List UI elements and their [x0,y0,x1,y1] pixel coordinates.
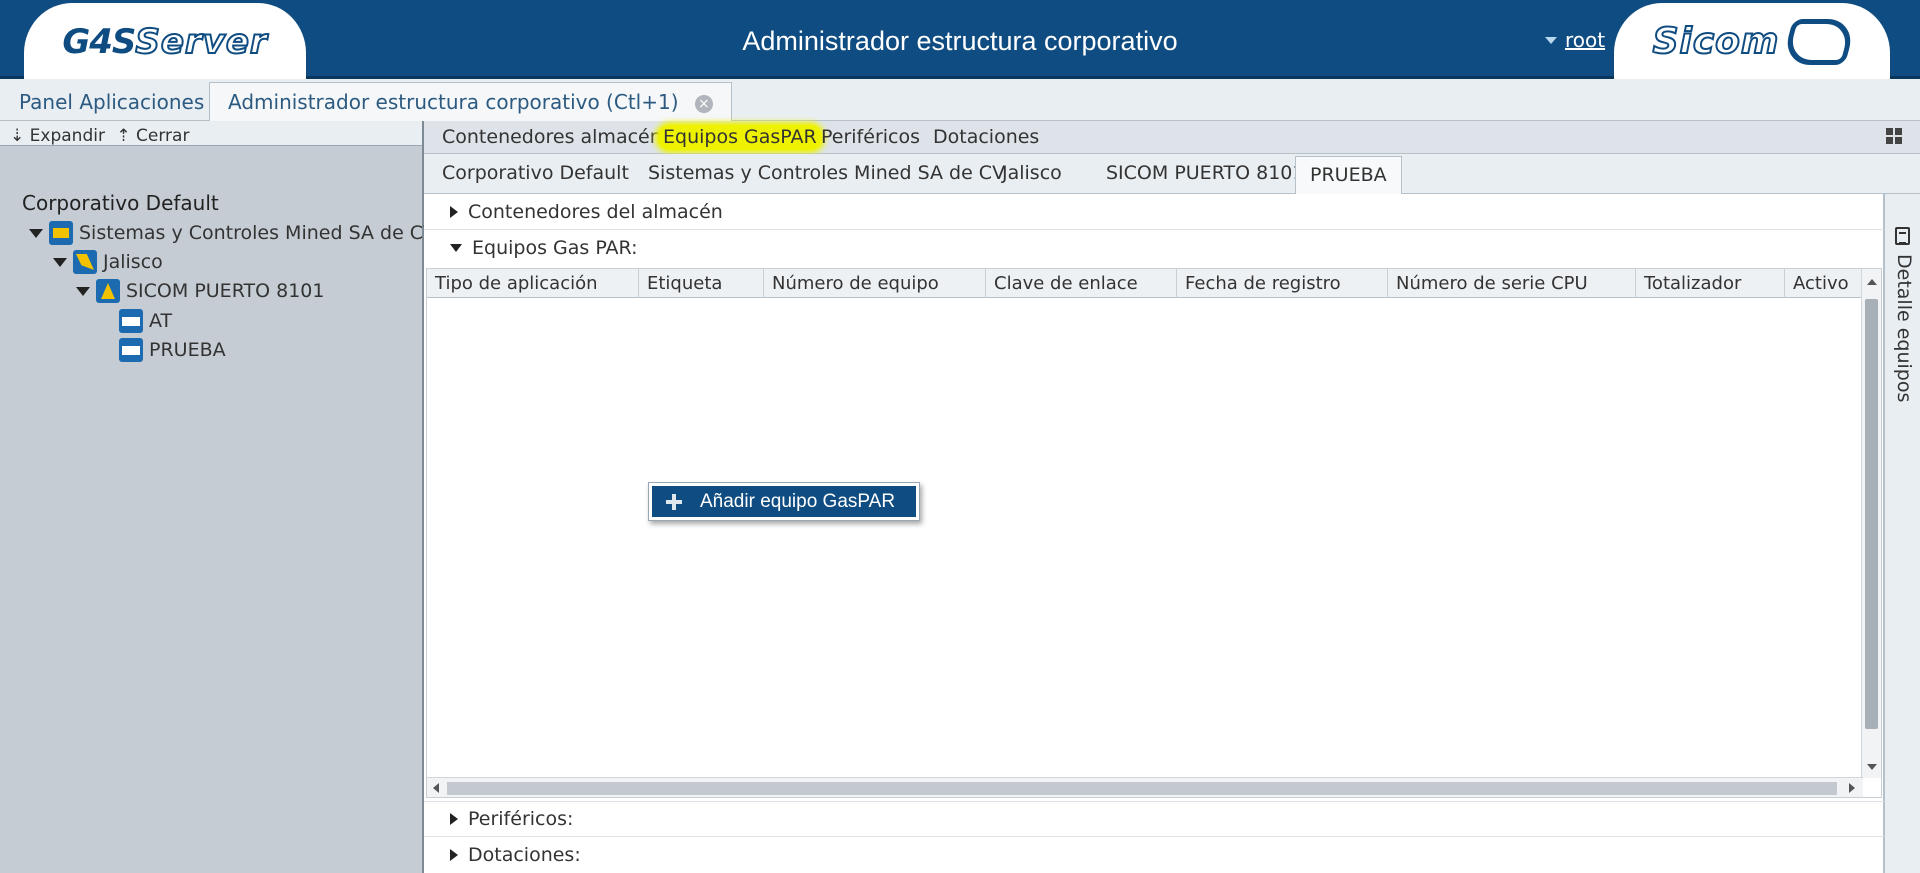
company-icon [49,221,73,245]
menu-item-perifericos[interactable]: Periféricos [816,125,925,150]
tab-label: Administrador estructura corporativo (Ct… [228,90,679,114]
section-title: Dotaciones: [468,844,581,866]
tab-label: Panel Aplicaciones [19,90,205,114]
column-header[interactable]: Clave de enlace [986,269,1177,298]
breadcrumb-empresa[interactable]: Sistemas y Controles Mined SA de CV [634,154,1019,194]
tree-node-device-prueba[interactable]: PRUEBA [119,338,226,362]
breadcrumb-corporativo[interactable]: Corporativo Default [428,154,643,194]
expand-arrow-icon[interactable] [450,813,458,825]
section-title: Periféricos: [468,808,574,830]
tree-node-label: PRUEBA [149,339,226,361]
collapse-label: Cerrar [136,126,190,146]
scroll-right-icon[interactable] [1849,783,1855,793]
expand-toggle-icon[interactable] [76,286,90,296]
scroll-up-icon[interactable] [1867,279,1877,285]
tab-panel-aplicaciones[interactable]: Panel Aplicaciones [0,82,223,121]
column-header[interactable]: Número de serie CPU [1388,269,1636,298]
tree-node-region[interactable]: Jalisco [53,250,163,274]
collapse-arrow-icon[interactable] [450,244,462,252]
context-menu: Añadir equipo GasPAR [648,482,920,521]
logo-right-text: Sicom [1652,20,1780,63]
column-header[interactable]: Tipo de aplicación [427,269,639,298]
breadcrumb-estacion[interactable]: SICOM PUERTO 8101 [1092,154,1318,194]
detalle-equipos-tab[interactable]: Detalle equipos [1884,194,1920,873]
table-header: Tipo de aplicación Etiqueta Número de eq… [427,269,1863,298]
column-header[interactable]: Número de equipo [764,269,986,298]
expand-toggle-icon[interactable] [29,228,43,238]
device-icon [119,338,143,362]
section-contenedores[interactable]: Contenedores del almacén [424,194,1884,230]
document-icon [1895,227,1910,245]
expand-toggle-icon[interactable] [53,257,67,267]
scroll-left-icon[interactable] [433,783,439,793]
section-title: Contenedores del almacén [468,200,723,223]
tree-node-label: SICOM PUERTO 8101 [126,280,325,302]
section-menu: Contenedores almacén Equipos GasPAR Peri… [424,121,1920,154]
menu-item-dotaciones[interactable]: Dotaciones [928,125,1044,150]
column-header[interactable]: Fecha de registro [1177,269,1388,298]
close-icon[interactable]: × [694,94,713,113]
tree-node-company[interactable]: Sistemas y Controles Mined SA de CV [29,221,436,245]
side-tab-label: Detalle equipos [1893,254,1915,403]
context-menu-label: Añadir equipo GasPAR [700,490,896,512]
plus-icon [666,493,682,510]
tree-node-station[interactable]: SICOM PUERTO 8101 [76,279,324,303]
equipos-table: Tipo de aplicación Etiqueta Número de eq… [426,268,1882,798]
menu-item-contenedores[interactable]: Contenedores almacén [437,125,667,150]
section-content: Contenedores del almacén Equipos Gas PAR… [424,194,1884,873]
collapse-button[interactable]: ⇡ Cerrar [116,126,190,146]
tree-node-label: Corporativo Default [22,191,219,215]
scroll-thumb[interactable] [447,782,1837,795]
user-link[interactable]: root [1565,28,1605,52]
section-title: Equipos Gas PAR: [472,237,638,259]
device-icon [119,309,143,333]
section-perifericos[interactable]: Periféricos: [424,801,1884,837]
scroll-down-icon[interactable] [1867,764,1877,770]
chevron-down-icon [1545,36,1557,44]
tree-node-root[interactable]: Corporativo Default [22,191,219,215]
sicom-logo: Sicom [1614,3,1890,80]
tree-node-label: Sistemas y Controles Mined SA de CV [79,222,437,244]
expand-label: Expandir [29,126,105,146]
expand-arrow-icon[interactable] [450,849,458,861]
sicom-swirl-icon [1781,18,1858,65]
scroll-thumb[interactable] [1865,299,1878,729]
column-header[interactable]: Etiqueta [639,269,764,298]
column-header[interactable]: Activo [1785,269,1863,298]
vertical-scrollbar[interactable] [1861,269,1881,778]
grid-icon[interactable] [1886,128,1902,144]
region-icon [73,250,97,274]
app-header: G4SServer Administrador estructura corpo… [0,0,1920,80]
tree-node-label: Jalisco [103,251,163,273]
menu-item-equipos-gaspar[interactable]: Equipos GasPAR [658,125,822,150]
structure-tree-panel: ⇣ Expandir ⇡ Cerrar Corporativo Default … [0,121,436,873]
station-icon [96,279,120,303]
tree-toolbar: ⇣ Expandir ⇡ Cerrar [0,121,422,146]
tab-administrador-estructura[interactable]: Administrador estructura corporativo (Ct… [209,82,732,121]
breadcrumb: Corporativo Default Sistemas y Controles… [424,154,1920,195]
horizontal-scrollbar[interactable] [427,777,1863,797]
app-tabbar: Panel Aplicaciones Administrador estruct… [0,79,1920,121]
add-gaspar-button[interactable]: Añadir equipo GasPAR [652,486,916,517]
section-dotaciones[interactable]: Dotaciones: [424,837,1884,873]
tree-node-label: AT [149,310,173,332]
breadcrumb-dispositivo[interactable]: PRUEBA [1295,156,1402,195]
column-header[interactable]: Totalizador [1636,269,1785,298]
user-menu[interactable]: root [1545,28,1605,52]
breadcrumb-region[interactable]: Jalisco [988,154,1076,194]
expand-button[interactable]: ⇣ Expandir [10,126,105,146]
main-panel: Contenedores almacén Equipos GasPAR Peri… [424,121,1920,873]
expand-arrow-icon[interactable] [450,205,458,218]
section-equipos[interactable]: Equipos Gas PAR: [424,230,1884,266]
tree-node-device-at[interactable]: AT [119,309,172,333]
